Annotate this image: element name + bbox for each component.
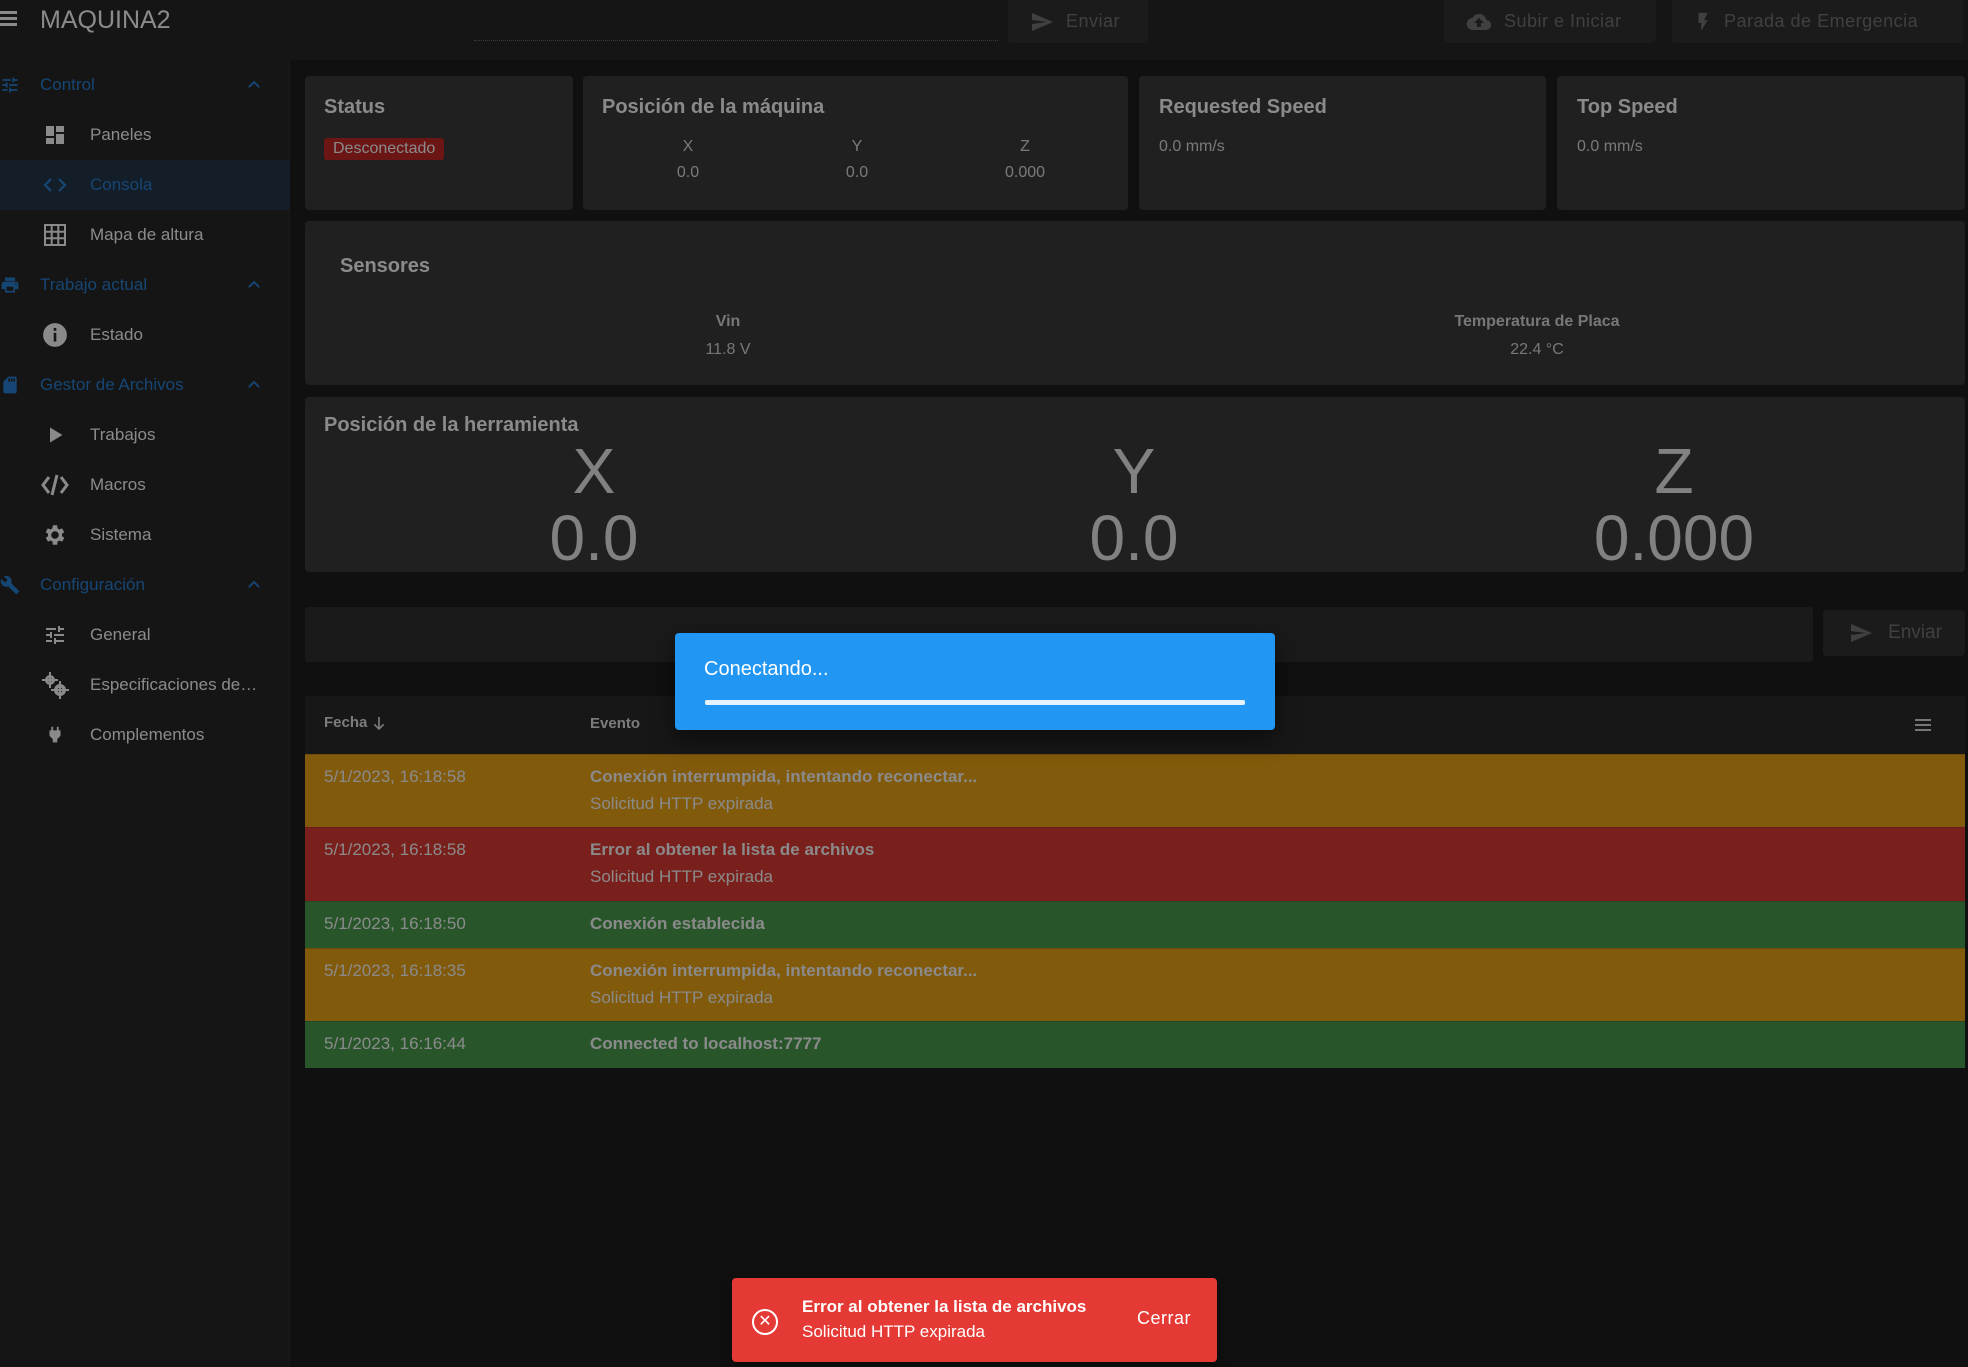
connecting-text: Conectando... bbox=[704, 658, 829, 680]
connecting-progress-fill bbox=[705, 700, 1245, 705]
close-circle-icon: ✕ bbox=[752, 1309, 778, 1335]
connecting-progress-bar bbox=[705, 700, 1245, 705]
error-snackbar: ✕ Error al obtener la lista de archivos … bbox=[732, 1278, 1217, 1362]
snackbar-close-button[interactable]: Cerrar bbox=[1137, 1308, 1191, 1329]
connecting-dialog: Conectando... bbox=[675, 633, 1275, 730]
snackbar-subtitle: Solicitud HTTP expirada bbox=[802, 1322, 985, 1341]
snackbar-title: Error al obtener la lista de archivos bbox=[802, 1297, 1087, 1316]
